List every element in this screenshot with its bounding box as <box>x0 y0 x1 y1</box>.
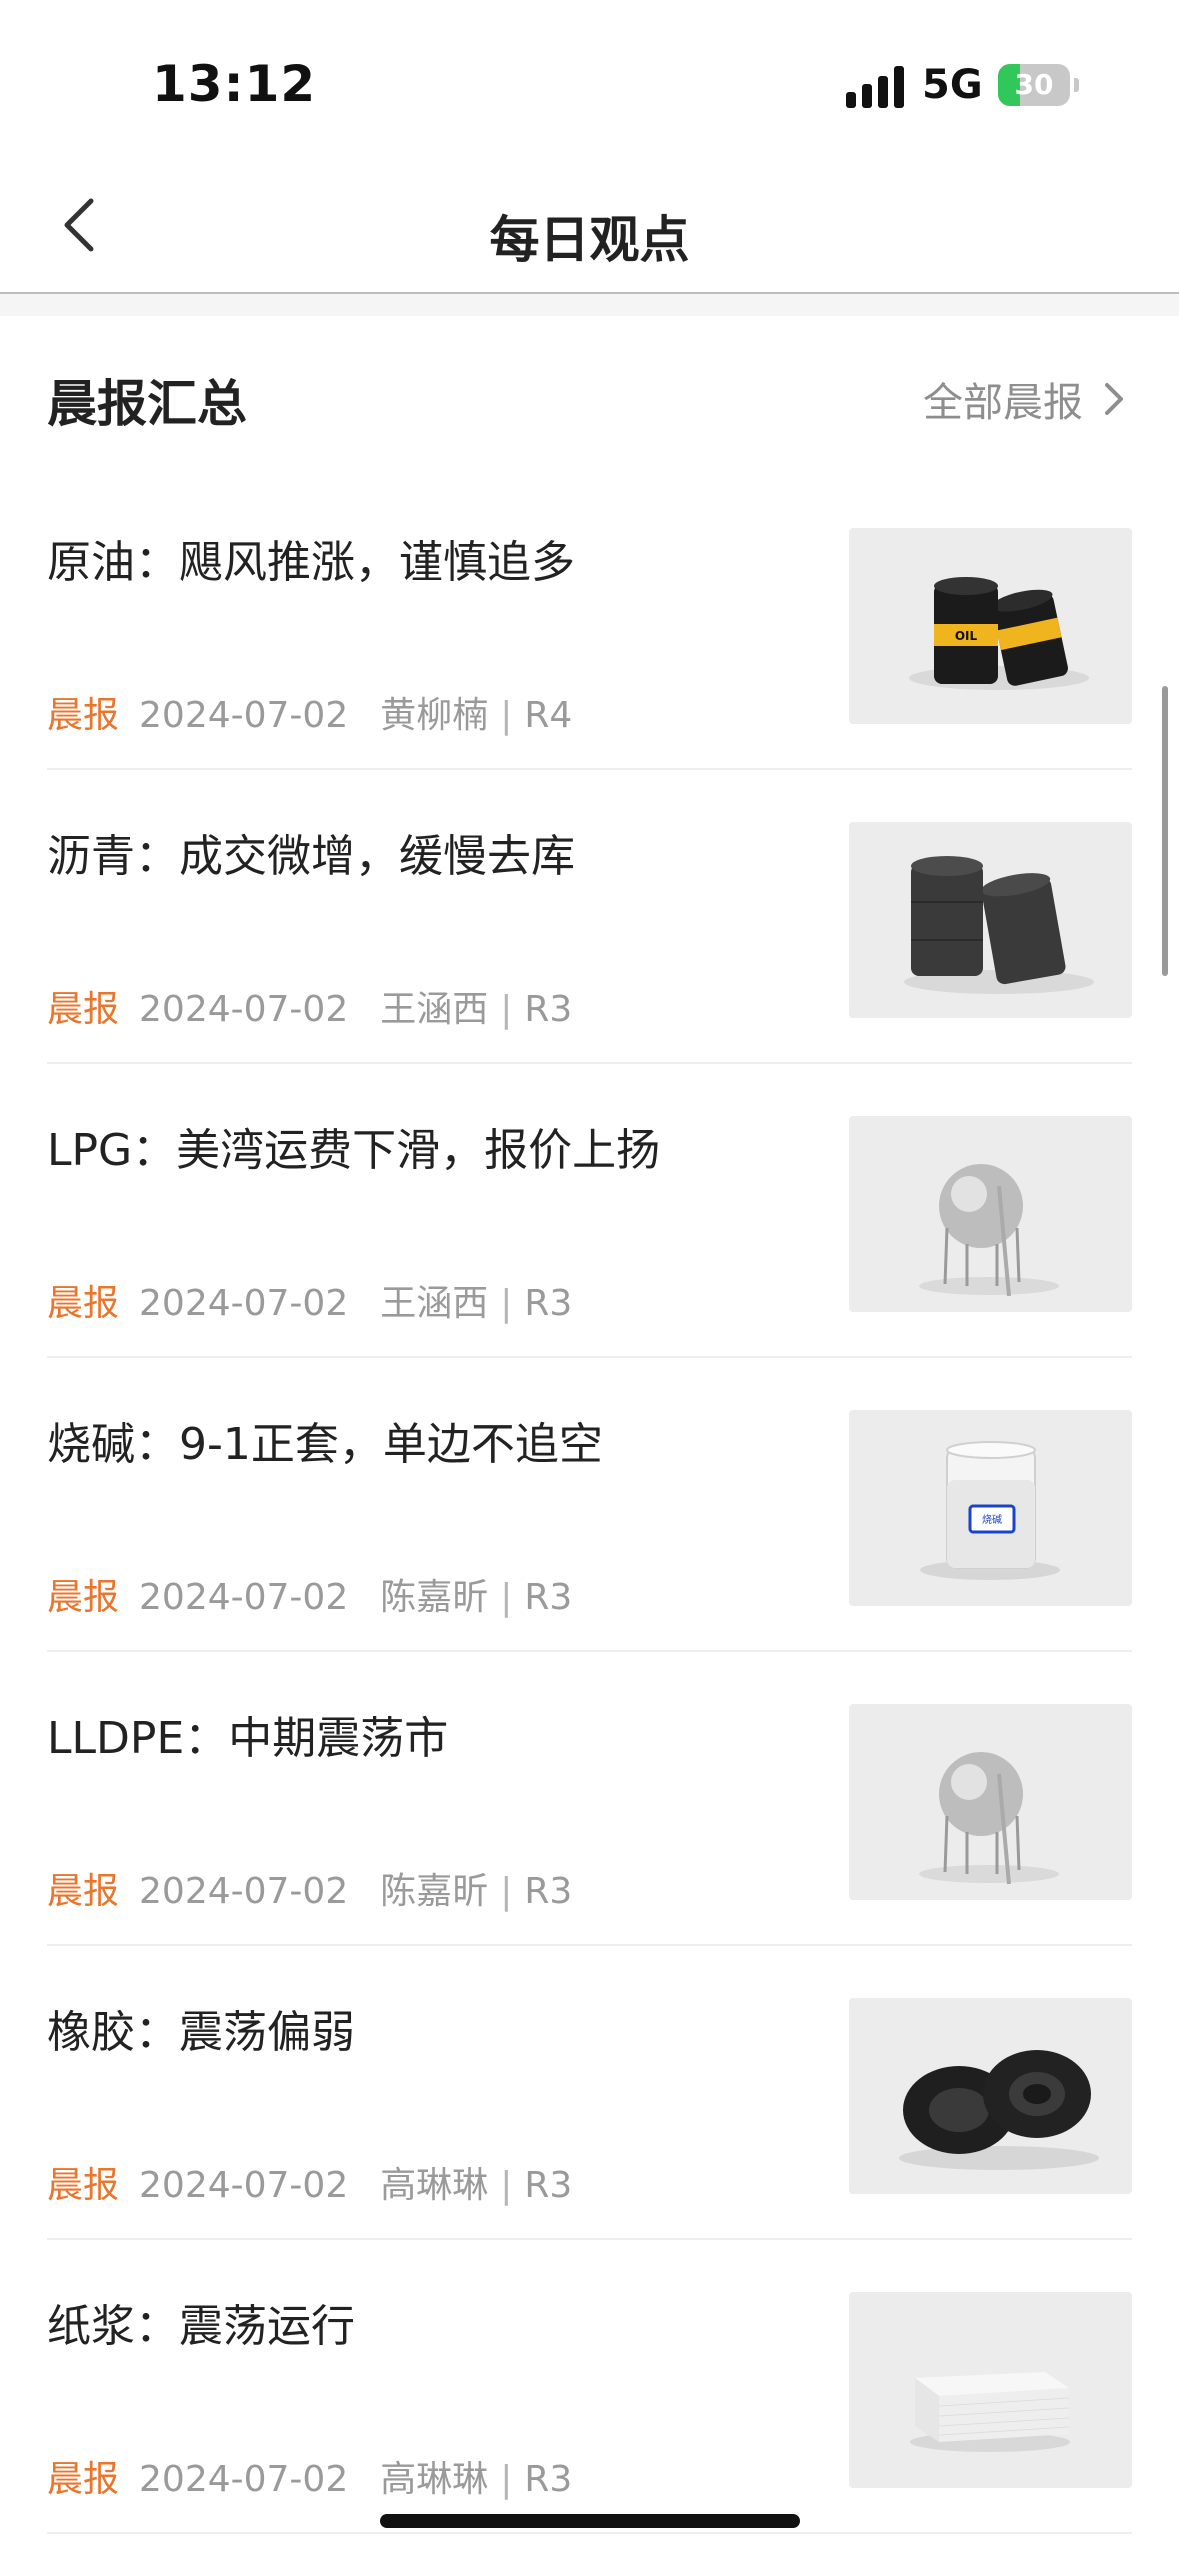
page-title: 每日观点 <box>489 211 690 269</box>
item-title: 原油：飓风推涨，谨慎追多 <box>47 537 575 588</box>
item-author: 高琳琳 <box>380 2459 489 2500</box>
item-tag: 晨报 <box>47 1871 120 1912</box>
item-tag: 晨报 <box>47 2165 120 2206</box>
list-item[interactable]: LLDPE：中期震荡市 晨报 2024-07-02 陈嘉昕 | R3 <box>47 1652 1132 1946</box>
oil-barrels-image: OIL <box>849 528 1132 724</box>
tires-image <box>849 1998 1132 2194</box>
asphalt-barrels-image <box>849 822 1132 1018</box>
item-risk: R3 <box>524 1871 573 1912</box>
item-tag: 晨报 <box>47 1577 120 1618</box>
svg-text:OIL: OIL <box>955 629 978 643</box>
item-author: 陈嘉昕 <box>380 1871 489 1912</box>
gas-tank-image <box>849 1704 1132 1900</box>
battery-percent: 30 <box>1014 68 1054 101</box>
item-author: 陈嘉昕 <box>380 1577 489 1618</box>
item-meta: 晨报 2024-07-02 王涵西 | R3 <box>47 989 573 1030</box>
item-date: 2024-07-02 <box>139 1871 349 1912</box>
item-meta: 晨报 2024-07-02 陈嘉昕 | R3 <box>47 1577 573 1618</box>
signal-icon <box>846 66 906 108</box>
item-tag: 晨报 <box>47 695 120 736</box>
item-meta: 晨报 2024-07-02 高琳琳 | R3 <box>47 2459 573 2500</box>
list-item[interactable]: LPG：美湾运费下滑，报价上扬 晨报 2024-07-02 王涵西 | R3 <box>47 1064 1132 1358</box>
item-title: 橡胶：震荡偏弱 <box>47 2007 355 2058</box>
item-tag: 晨报 <box>47 2459 120 2500</box>
item-author: 王涵西 <box>380 989 489 1030</box>
item-date: 2024-07-02 <box>139 1577 349 1618</box>
list-item[interactable]: 纸浆：震荡运行 晨报 2024-07-02 高琳琳 | R3 <box>47 2240 1132 2534</box>
network-label: 5G <box>922 62 983 108</box>
list-item[interactable]: 原油：飓风推涨，谨慎追多 晨报 2024-07-02 黄柳楠 | R4 OIL <box>47 476 1132 770</box>
section-divider <box>0 294 1179 316</box>
item-risk: R3 <box>524 2165 573 2206</box>
item-author: 黄柳楠 <box>380 695 489 736</box>
item-risk: R3 <box>524 1577 573 1618</box>
section-title: 晨报汇总 <box>47 375 247 433</box>
chevron-right-icon <box>1105 383 1123 415</box>
item-title: 烧碱：9-1正套，单边不追空 <box>47 1419 603 1470</box>
scroll-indicator[interactable] <box>1162 686 1168 976</box>
item-tag: 晨报 <box>47 1283 120 1324</box>
battery-icon: 30 <box>998 64 1079 106</box>
item-date: 2024-07-02 <box>139 695 349 736</box>
gas-tank-image <box>849 1116 1132 1312</box>
item-title: LLDPE：中期震荡市 <box>47 1713 449 1764</box>
item-date: 2024-07-02 <box>139 2459 349 2500</box>
item-risk: R4 <box>524 695 573 736</box>
status-time: 13:12 <box>152 55 317 113</box>
home-indicator[interactable] <box>380 2514 800 2528</box>
status-bar: 13:12 5G 30 <box>0 0 1179 160</box>
jar-label: 烧碱 <box>982 1513 1002 1526</box>
view-all-link[interactable]: 全部晨报 <box>923 370 1127 428</box>
item-meta: 晨报 2024-07-02 黄柳楠 | R4 <box>47 695 573 736</box>
item-author: 高琳琳 <box>380 2165 489 2206</box>
item-title: LPG：美湾运费下滑，报价上扬 <box>47 1125 661 1176</box>
item-date: 2024-07-02 <box>139 1283 349 1324</box>
view-all-label: 全部晨报 <box>923 380 1083 426</box>
item-meta: 晨报 2024-07-02 王涵西 | R3 <box>47 1283 573 1324</box>
item-title: 沥青：成交微增，缓慢去库 <box>47 831 575 882</box>
item-risk: R3 <box>524 1283 573 1324</box>
list-item[interactable]: 沥青：成交微增，缓慢去库 晨报 2024-07-02 王涵西 | R3 <box>47 770 1132 1064</box>
item-author: 王涵西 <box>380 1283 489 1324</box>
paper-stack-image <box>849 2292 1132 2488</box>
item-risk: R3 <box>524 2459 573 2500</box>
item-tag: 晨报 <box>47 989 120 1030</box>
item-meta: 晨报 2024-07-02 高琳琳 | R3 <box>47 2165 573 2206</box>
item-meta: 晨报 2024-07-02 陈嘉昕 | R3 <box>47 1871 573 1912</box>
section-header: 晨报汇总 全部晨报 <box>0 316 1179 466</box>
caustic-soda-jar-image: 烧碱 <box>849 1410 1132 1606</box>
list-item[interactable]: 橡胶：震荡偏弱 晨报 2024-07-02 高琳琳 | R3 <box>47 1946 1132 2240</box>
item-date: 2024-07-02 <box>139 2165 349 2206</box>
nav-bar: 每日观点 <box>0 160 1179 294</box>
item-risk: R3 <box>524 989 573 1030</box>
list-item[interactable]: 烧碱：9-1正套，单边不追空 晨报 2024-07-02 陈嘉昕 | R3 烧碱 <box>47 1358 1132 1652</box>
item-date: 2024-07-02 <box>139 989 349 1030</box>
report-list: 原油：飓风推涨，谨慎追多 晨报 2024-07-02 黄柳楠 | R4 OIL 沥青：成… <box>47 476 1132 2534</box>
item-title: 纸浆：震荡运行 <box>47 2301 355 2352</box>
